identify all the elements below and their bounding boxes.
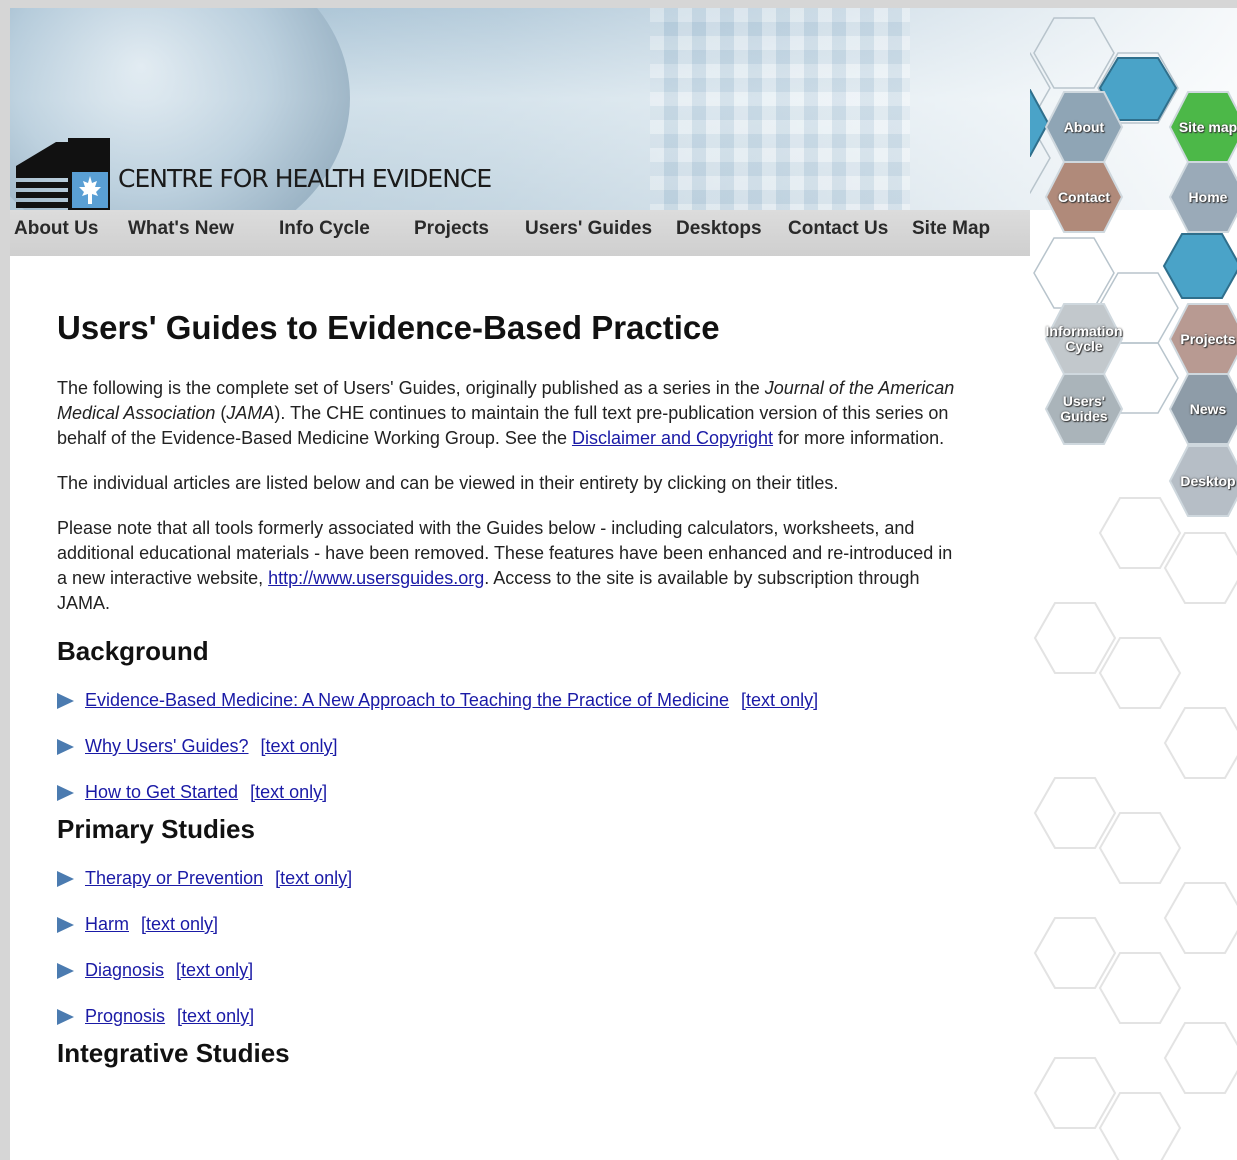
nav-site-map[interactable]: Site Map	[912, 218, 990, 240]
main-content: Users' Guides to Evidence-Based Practice…	[57, 308, 957, 1068]
text-only-link[interactable]: [text only]	[177, 1006, 254, 1026]
background-hexagon-pattern	[1033, 497, 1237, 1160]
hex-projects-button[interactable]: Projects	[1168, 302, 1237, 376]
page: CENTRE FOR HEALTH EVIDENCE About Us What…	[10, 8, 1237, 1160]
arrow-bullet-icon	[57, 785, 74, 801]
hex-information-label: Information	[1045, 323, 1123, 339]
articles-paragraph: The individual articles are listed below…	[57, 473, 839, 493]
hex-about-label: About	[1063, 118, 1105, 135]
usersguides-link[interactable]: http://www.usersguides.org	[268, 568, 484, 588]
list-item: Why Users' Guides? [text only]	[57, 734, 957, 780]
hex-users-label: Users'	[1062, 393, 1106, 409]
arrow-bullet-icon	[57, 871, 74, 887]
primary-studies-list: Therapy or Prevention [text only] Harm [te…	[57, 866, 957, 1050]
hex-site-map-label: Site map	[1178, 118, 1237, 135]
list-item: Therapy or Prevention [text only]	[57, 866, 957, 912]
hex-about-button[interactable]: About	[1044, 90, 1124, 164]
hex-information-cycle-button[interactable]: Information Cycle	[1044, 302, 1124, 376]
hex-news-button[interactable]: News	[1168, 372, 1237, 446]
hex-projects-label: Projects	[1180, 330, 1236, 347]
arrow-bullet-icon	[57, 739, 74, 755]
intro-text-2: (	[215, 403, 227, 423]
hex-users-guides-button[interactable]: Users' Guides	[1044, 372, 1124, 446]
list-item: Evidence-Based Medicine: A New Approach …	[57, 688, 957, 734]
list-item: Diagnosis [text only]	[57, 958, 957, 1004]
guide-link[interactable]: Diagnosis	[85, 960, 164, 980]
hexagon-side-nav: About Site map Contact Home Information C…	[1030, 8, 1237, 568]
che-logo-icon[interactable]	[16, 138, 116, 210]
list-item: Harm [text only]	[57, 912, 957, 958]
text-only-link[interactable]: [text only]	[141, 914, 218, 934]
arrow-bullet-icon	[57, 917, 74, 933]
hex-contact-label: Contact	[1057, 188, 1111, 205]
tools-note-paragraph: Please note that all tools formerly asso…	[57, 516, 957, 616]
arrow-bullet-icon	[57, 693, 74, 709]
decorative-pixel-blocks	[650, 8, 910, 210]
nav-desktops[interactable]: Desktops	[676, 218, 762, 240]
intro-text-1: The following is the complete set of Use…	[57, 378, 765, 398]
nav-info-cycle[interactable]: Info Cycle	[279, 218, 370, 240]
guide-link[interactable]: Prognosis	[85, 1006, 165, 1026]
hex-site-map-button[interactable]: Site map	[1168, 90, 1237, 164]
guide-link[interactable]: Evidence-Based Medicine: A New Approach …	[85, 690, 729, 710]
top-nav: About Us What's New Info Cycle Projects …	[10, 210, 1030, 256]
site-title: CENTRE FOR HEALTH EVIDENCE	[118, 164, 492, 193]
text-only-link[interactable]: [text only]	[176, 960, 253, 980]
disclaimer-link[interactable]: Disclaimer and Copyright	[572, 428, 773, 448]
nav-about-us[interactable]: About Us	[14, 218, 98, 240]
guide-link[interactable]: Therapy or Prevention	[85, 868, 263, 888]
intro-text-4: for more information.	[773, 428, 945, 448]
arrow-bullet-icon	[57, 963, 74, 979]
text-only-link[interactable]: [text only]	[275, 868, 352, 888]
background-list: Evidence-Based Medicine: A New Approach …	[57, 688, 957, 826]
page-title: Users' Guides to Evidence-Based Practice	[57, 309, 720, 346]
hex-home-button[interactable]: Home	[1168, 160, 1237, 234]
list-item: Prognosis [text only]	[57, 1004, 957, 1050]
nav-contact-us[interactable]: Contact Us	[788, 218, 888, 240]
guide-link[interactable]: Harm	[85, 914, 129, 934]
text-only-link[interactable]: [text only]	[250, 782, 327, 802]
list-item: How to Get Started [text only]	[57, 780, 957, 826]
hex-news-label: News	[1189, 400, 1227, 417]
hex-guides-label: Guides	[1060, 408, 1108, 424]
section-heading-background: Background	[57, 636, 209, 666]
arrow-bullet-icon	[57, 1009, 74, 1025]
hex-home-label: Home	[1188, 188, 1228, 205]
jama-abbrev: JAMA	[226, 403, 275, 423]
intro-paragraph: The following is the complete set of Use…	[57, 376, 957, 451]
guide-link[interactable]: How to Get Started	[85, 782, 238, 802]
nav-whats-new[interactable]: What's New	[128, 218, 234, 240]
hex-desktop-button[interactable]: Desktop	[1168, 444, 1237, 518]
text-only-link[interactable]: [text only]	[261, 736, 338, 756]
text-only-link[interactable]: [text only]	[741, 690, 818, 710]
hex-cycle-label: Cycle	[1065, 338, 1103, 354]
nav-users-guides[interactable]: Users' Guides	[525, 218, 652, 240]
guide-link[interactable]: Why Users' Guides?	[85, 736, 249, 756]
nav-projects[interactable]: Projects	[414, 218, 489, 240]
hex-desktop-label: Desktop	[1180, 472, 1236, 489]
hex-contact-button[interactable]: Contact	[1044, 160, 1124, 234]
